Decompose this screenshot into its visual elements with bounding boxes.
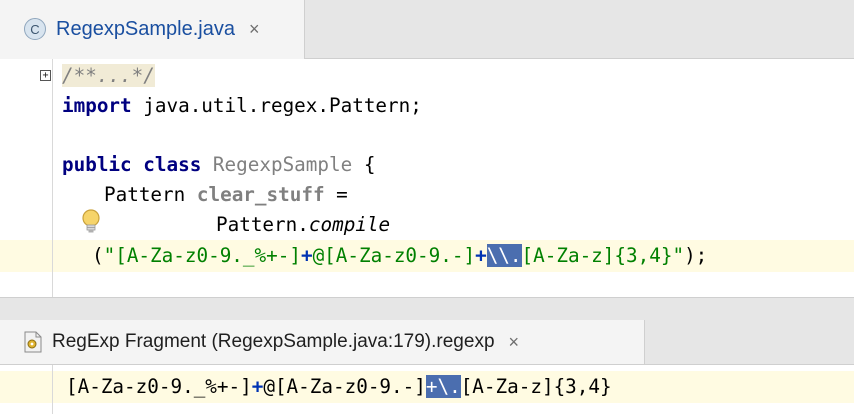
- code-line-2: import java.util.regex.Pattern;: [62, 92, 422, 120]
- fragment-tab-bar: RegExp Fragment (RegexpSample.java:179).…: [0, 320, 854, 365]
- code-line-1: /**...*/: [62, 62, 155, 90]
- code-line-7: ("[A-Za-z0-9._%+-]+@[A-Za-z0-9.-]+\\.[A-…: [92, 242, 707, 270]
- fragment-plus-1: +: [251, 375, 264, 398]
- import-path: java.util.regex.Pattern;: [131, 94, 422, 117]
- code-line-4: public class RegexpSample {: [62, 151, 375, 179]
- open-paren: (: [92, 244, 104, 267]
- splitter[interactable]: [0, 297, 854, 322]
- string-quote-open: ": [103, 244, 116, 267]
- regex-part-2: @[A-Za-z0-9.-]: [312, 244, 476, 267]
- string-quote-close: ": [672, 244, 685, 267]
- code-editor[interactable]: + /**...*/ import java.util.regex.Patter…: [0, 59, 854, 297]
- code-line-6: Pattern.compile: [216, 211, 390, 239]
- fragment-selected-escape: \.: [437, 375, 461, 398]
- editor-tab-bar: C RegexpSample.java ×: [0, 0, 854, 59]
- assignment: =: [324, 183, 348, 206]
- fragment-selected-plus: +: [425, 375, 438, 398]
- fold-expand-icon[interactable]: +: [40, 70, 51, 81]
- regex-selected-escape: \\.: [486, 244, 522, 267]
- class-name: RegexpSample: [212, 153, 353, 176]
- type-pattern: Pattern: [104, 183, 186, 206]
- close-icon[interactable]: ×: [249, 19, 260, 40]
- regex-part-1: [A-Za-z0-9._%+-]: [115, 244, 301, 267]
- tab-title: RegexpSample.java: [56, 17, 235, 40]
- class-icon: C: [24, 18, 46, 40]
- regex-plus-1: +: [300, 244, 313, 267]
- folded-javadoc[interactable]: /**...*/: [62, 64, 155, 87]
- fragment-part-2: @[A-Za-z0-9.-]: [263, 375, 426, 398]
- regex-part-3: [A-Za-z]{3,4}: [521, 244, 673, 267]
- fragment-code-line: [A-Za-z0-9._%+-]+@[A-Za-z0-9.-]+\.[A-Za-…: [66, 373, 612, 401]
- open-brace: {: [352, 153, 376, 176]
- regexp-file-icon: [24, 331, 42, 353]
- gutter-divider: [52, 59, 53, 297]
- close-paren-semicolon: );: [684, 244, 708, 267]
- regex-plus-2: +: [475, 244, 487, 267]
- keyword-class: class: [143, 153, 202, 176]
- lightbulb-icon[interactable]: [78, 207, 104, 237]
- pattern-class-ref: Pattern.: [216, 213, 309, 236]
- code-line-5: Pattern clear_stuff =: [104, 181, 348, 209]
- fragment-tab-title: RegExp Fragment (RegexpSample.java:179).…: [52, 331, 495, 352]
- fragment-editor[interactable]: [A-Za-z0-9._%+-]+@[A-Za-z0-9.-]+\.[A-Za-…: [0, 365, 854, 414]
- keyword-import: import: [62, 94, 132, 117]
- close-icon[interactable]: ×: [509, 332, 520, 353]
- keyword-public: public: [62, 153, 132, 176]
- tab-regexpsample-java[interactable]: C RegexpSample.java ×: [0, 0, 305, 59]
- tab-regexp-fragment[interactable]: RegExp Fragment (RegexpSample.java:179).…: [0, 320, 645, 364]
- method-compile: compile: [308, 213, 391, 236]
- field-clear-stuff: clear_stuff: [196, 183, 325, 206]
- fragment-part-1: [A-Za-z0-9._%+-]: [66, 375, 252, 398]
- fragment-part-3: [A-Za-z]{3,4}: [460, 375, 612, 398]
- fragment-gutter-divider: [52, 365, 53, 414]
